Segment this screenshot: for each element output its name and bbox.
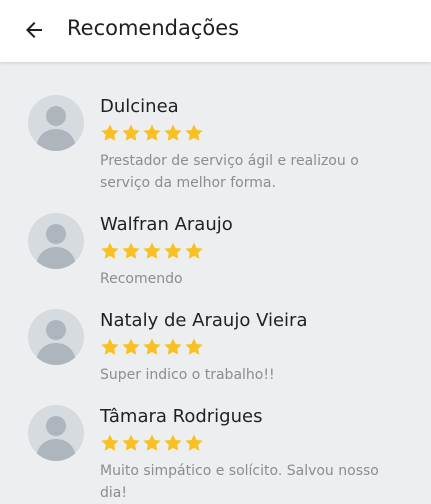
star-icon: [101, 338, 119, 355]
star-icon: [164, 338, 182, 355]
review-comment: Super indico o trabalho!!: [100, 367, 275, 383]
star-icon: [122, 124, 140, 141]
review-comment: Recomendo: [100, 271, 183, 287]
star-rating: [100, 123, 204, 143]
avatar: [28, 405, 84, 461]
star-icon: [164, 124, 182, 141]
star-icon: [185, 338, 203, 355]
star-icon: [122, 242, 140, 259]
star-icon: [122, 338, 140, 355]
star-icon: [143, 338, 161, 355]
user-avatar-icon: [36, 320, 76, 365]
star-icon: [164, 242, 182, 259]
star-icon: [185, 124, 203, 141]
star-icon: [185, 434, 203, 451]
star-icon: [143, 434, 161, 451]
arrow-left-icon: [26, 22, 42, 38]
user-avatar-icon: [36, 106, 76, 151]
back-button[interactable]: [19, 15, 49, 45]
reviewer-name: Dulcinea: [100, 96, 179, 117]
page-title: Recomendações: [67, 16, 240, 40]
reviewer-name: Nataly de Araujo Vieira: [100, 310, 308, 331]
star-rating: [100, 241, 204, 261]
avatar: [28, 213, 84, 269]
reviewer-name: Walfran Araujo: [100, 214, 233, 235]
app-bar: Recomendações: [0, 0, 431, 62]
reviewer-name: Tâmara Rodrigues: [100, 406, 263, 427]
star-icon: [101, 124, 119, 141]
avatar: [28, 95, 84, 151]
star-icon: [185, 242, 203, 259]
star-icon: [164, 434, 182, 451]
star-icon: [101, 242, 119, 259]
star-icon: [101, 434, 119, 451]
review-comment: Prestador de serviço ágil e realizou o s…: [100, 153, 359, 191]
star-icon: [122, 434, 140, 451]
star-rating: [100, 337, 204, 357]
avatar: [28, 309, 84, 365]
user-avatar-icon: [36, 416, 76, 461]
star-rating: [100, 433, 204, 453]
user-avatar-icon: [36, 224, 76, 269]
review-comment: Muito simpático e solícito. Salvou nosso…: [100, 463, 379, 501]
star-icon: [143, 124, 161, 141]
star-icon: [143, 242, 161, 259]
